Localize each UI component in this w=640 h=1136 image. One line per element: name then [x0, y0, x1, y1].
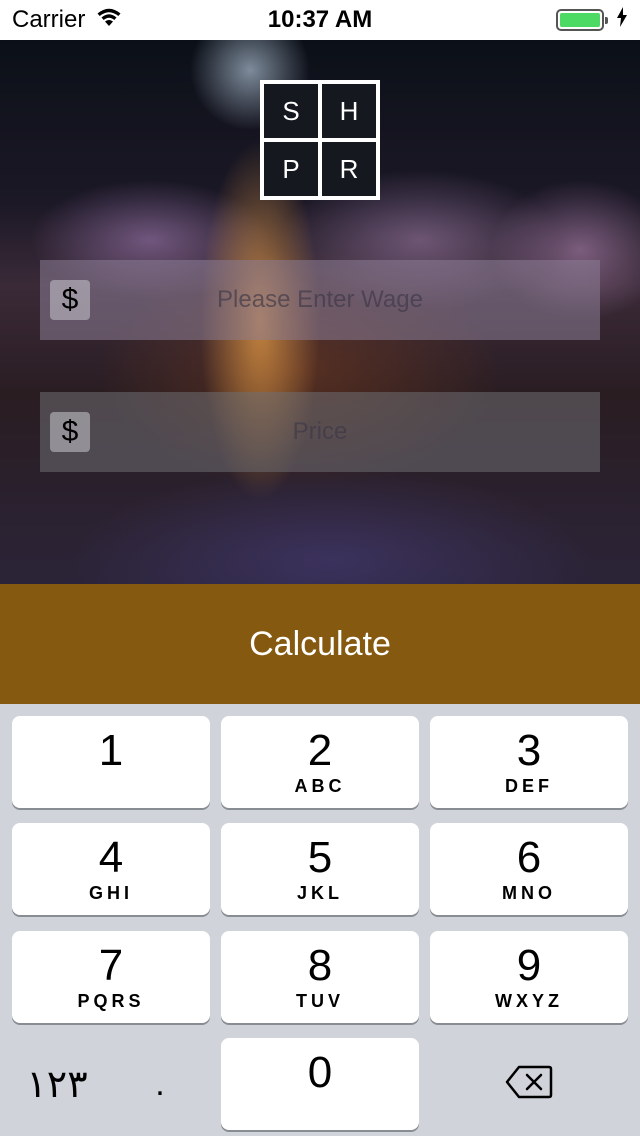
key-7[interactable]: 7 PQRS	[12, 931, 210, 1023]
key-5[interactable]: 5 JKL	[221, 823, 419, 915]
key-digit: 9	[516, 941, 542, 990]
key-letters: ABC	[294, 776, 346, 796]
background-image: S H P R $ $	[0, 40, 640, 584]
dollar-icon: $	[50, 280, 90, 320]
bolt-icon	[616, 6, 628, 34]
wage-input[interactable]	[40, 260, 600, 340]
key-8[interactable]: 8 TUV	[221, 931, 419, 1023]
key-letters: TUV	[296, 991, 344, 1011]
key-digit: 4	[98, 833, 124, 882]
key-digit: 0	[307, 1048, 333, 1097]
key-digit: 7	[98, 941, 124, 990]
wifi-icon	[95, 6, 123, 35]
key-1[interactable]: 1	[12, 716, 210, 808]
logo-letter: H	[322, 84, 376, 138]
status-left: Carrier	[12, 6, 123, 35]
carrier-label: Carrier	[12, 6, 86, 33]
wage-field[interactable]: $	[40, 260, 600, 340]
key-0[interactable]: 0	[221, 1038, 419, 1130]
price-field[interactable]: $	[40, 392, 600, 472]
key-6[interactable]: 6 MNO	[430, 823, 628, 915]
decimal-key[interactable]: .	[110, 1038, 210, 1130]
key-digit: 3	[516, 726, 542, 775]
alt-digits-key[interactable]: ١٢٣	[12, 1038, 102, 1130]
status-right	[556, 6, 628, 34]
key-2[interactable]: 2 ABC	[221, 716, 419, 808]
status-bar: Carrier 10:37 AM	[0, 0, 640, 40]
key-letters: PQRS	[77, 991, 145, 1011]
logo-letter: P	[264, 142, 318, 196]
key-letters: DEF	[505, 776, 553, 796]
key-digit: 5	[307, 833, 333, 882]
key-digit: 1	[98, 726, 124, 775]
key-digit: 2	[307, 726, 333, 775]
backspace-icon	[505, 1065, 553, 1104]
battery-fill	[560, 13, 600, 27]
key-letters: GHI	[88, 883, 133, 903]
key-letters: MNO	[502, 883, 556, 903]
logo-letter: R	[322, 142, 376, 196]
dollar-icon: $	[50, 412, 90, 452]
delete-key[interactable]	[430, 1038, 628, 1130]
app-logo: S H P R	[260, 80, 380, 200]
key-3[interactable]: 3 DEF	[430, 716, 628, 808]
number-pad-keyboard: 1 2 ABC 3 DEF 4 GHI 5 JKL 6 MNO 7 PQRS 8…	[0, 704, 640, 1136]
price-input[interactable]	[40, 392, 600, 472]
battery-icon	[556, 9, 608, 31]
key-letters: WXYZ	[495, 991, 563, 1011]
key-4[interactable]: 4 GHI	[12, 823, 210, 915]
key-digit: 6	[516, 833, 542, 882]
logo-letter: S	[264, 84, 318, 138]
key-digit: 8	[307, 941, 333, 990]
calculate-button[interactable]: Calculate	[0, 584, 640, 704]
key-9[interactable]: 9 WXYZ	[430, 931, 628, 1023]
key-letters: JKL	[296, 883, 343, 903]
